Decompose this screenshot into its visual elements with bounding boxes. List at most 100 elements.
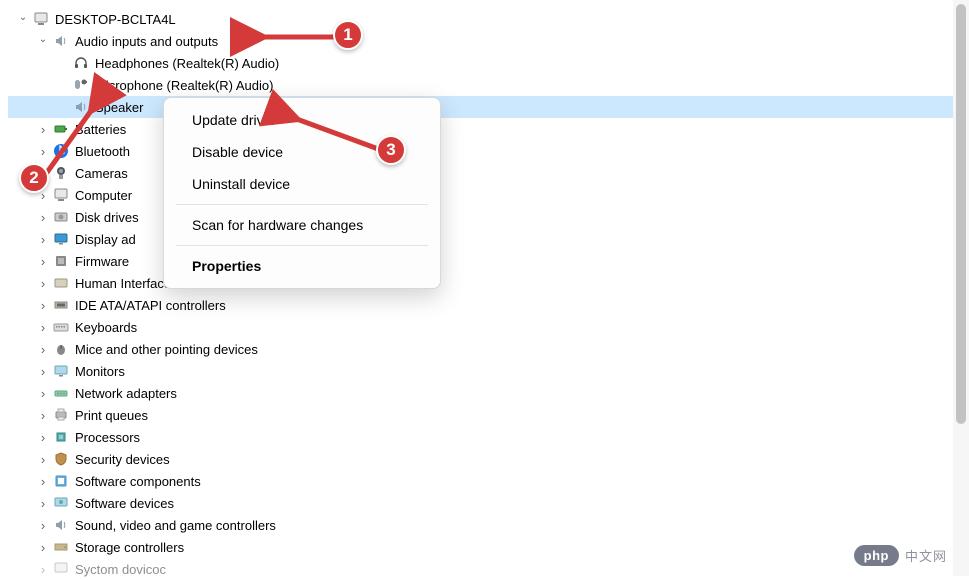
- network-icon: [52, 384, 70, 402]
- display-icon: [52, 230, 70, 248]
- tree-category-label: Display ad: [73, 232, 136, 247]
- chevron-right-icon[interactable]: [36, 254, 50, 268]
- chevron-right-icon[interactable]: [36, 342, 50, 356]
- tree-category-label: Software components: [73, 474, 201, 489]
- firmware-icon: [52, 252, 70, 270]
- chevron-right-icon[interactable]: [36, 452, 50, 466]
- chevron-right-icon[interactable]: [36, 320, 50, 334]
- software-icon: [52, 472, 70, 490]
- tree-category-batteries[interactable]: Batteries: [8, 118, 969, 140]
- software-icon: [52, 494, 70, 512]
- tree-device-microphone[interactable]: Microphone (Realtek(R) Audio): [8, 74, 969, 96]
- tree-category-label: Security devices: [73, 452, 170, 467]
- menu-separator: [176, 204, 428, 205]
- menu-separator: [176, 245, 428, 246]
- storage-icon: [52, 538, 70, 556]
- device-tree: DESKTOP-BCLTA4L Audio inputs and outputs…: [0, 0, 969, 580]
- system-icon: [52, 560, 70, 578]
- disk-icon: [52, 208, 70, 226]
- watermark-logo: php: [854, 545, 899, 566]
- chevron-right-icon[interactable]: [36, 232, 50, 246]
- menu-uninstall-device[interactable]: Uninstall device: [164, 168, 440, 200]
- chevron-right-icon[interactable]: [36, 474, 50, 488]
- printer-icon: [52, 406, 70, 424]
- computer-icon: [32, 10, 50, 28]
- hid-icon: [52, 274, 70, 292]
- tree-device-label: Headphones (Realtek(R) Audio): [93, 56, 279, 71]
- tree-category-label: Network adapters: [73, 386, 177, 401]
- sound-icon: [52, 516, 70, 534]
- security-icon: [52, 450, 70, 468]
- tree-category-firmware[interactable]: Firmware: [8, 250, 969, 272]
- tree-category-label: Software devices: [73, 496, 174, 511]
- tree-root-label: DESKTOP-BCLTA4L: [53, 12, 176, 27]
- chevron-right-icon[interactable]: [36, 496, 50, 510]
- chevron-right-icon[interactable]: [36, 210, 50, 224]
- tree-category-mice[interactable]: Mice and other pointing devices: [8, 338, 969, 360]
- tree-category-audio[interactable]: Audio inputs and outputs: [8, 30, 969, 52]
- tree-category-computer[interactable]: Computer: [8, 184, 969, 206]
- ide-icon: [52, 296, 70, 314]
- tree-category-security[interactable]: Security devices: [8, 448, 969, 470]
- tree-category-label: Monitors: [73, 364, 125, 379]
- tree-category-bluetooth[interactable]: Bluetooth: [8, 140, 969, 162]
- tree-category-label: Mice and other pointing devices: [73, 342, 258, 357]
- chevron-down-icon[interactable]: [36, 34, 50, 48]
- keyboard-icon: [52, 318, 70, 336]
- mouse-icon: [52, 340, 70, 358]
- tree-category-hid[interactable]: Human Interface Devices: [8, 272, 969, 294]
- tree-category-storage[interactable]: Storage controllers: [8, 536, 969, 558]
- tree-category-label: Print queues: [73, 408, 148, 423]
- menu-scan-hardware[interactable]: Scan for hardware changes: [164, 209, 440, 241]
- tree-category-label: Sound, video and game controllers: [73, 518, 276, 533]
- tree-category-label: Firmware: [73, 254, 129, 269]
- speaker-icon: [52, 32, 70, 50]
- tree-category-label: Disk drives: [73, 210, 139, 225]
- tree-category-cameras[interactable]: Cameras: [8, 162, 969, 184]
- chevron-right-icon[interactable]: [36, 298, 50, 312]
- tree-category-label: Syctom dovicoc: [73, 562, 166, 577]
- annotation-badge-2: 2: [19, 163, 49, 193]
- menu-properties[interactable]: Properties: [164, 250, 440, 282]
- watermark: php 中文网: [854, 545, 947, 566]
- annotation-badge-3: 3: [376, 135, 406, 165]
- chevron-right-icon[interactable]: [36, 276, 50, 290]
- tree-device-label: Microphone (Realtek(R) Audio): [93, 78, 273, 93]
- scroll-thumb[interactable]: [956, 4, 966, 424]
- tree-root-node[interactable]: DESKTOP-BCLTA4L: [8, 8, 969, 30]
- tree-category-keyboards[interactable]: Keyboards: [8, 316, 969, 338]
- watermark-text: 中文网: [905, 546, 947, 565]
- tree-category-sound-video-game[interactable]: Sound, video and game controllers: [8, 514, 969, 536]
- tree-category-processors[interactable]: Processors: [8, 426, 969, 448]
- tree-category-network[interactable]: Network adapters: [8, 382, 969, 404]
- tree-category-ide[interactable]: IDE ATA/ATAPI controllers: [8, 294, 969, 316]
- chevron-down-icon[interactable]: [16, 12, 30, 26]
- tree-category-disk-drives[interactable]: Disk drives: [8, 206, 969, 228]
- monitor-icon: [52, 362, 70, 380]
- tree-category-label: Processors: [73, 430, 140, 445]
- headphones-icon: [72, 54, 90, 72]
- chevron-right-icon[interactable]: [36, 408, 50, 422]
- tree-category-print-queues[interactable]: Print queues: [8, 404, 969, 426]
- chevron-right-icon[interactable]: [36, 540, 50, 554]
- chevron-right-icon[interactable]: [36, 562, 50, 576]
- tree-category-display-adapters[interactable]: Display ad: [8, 228, 969, 250]
- chevron-right-icon[interactable]: [36, 430, 50, 444]
- tree-category-label: Audio inputs and outputs: [73, 34, 218, 49]
- tree-category-monitors[interactable]: Monitors: [8, 360, 969, 382]
- annotation-badge-1: 1: [333, 20, 363, 50]
- chevron-right-icon[interactable]: [36, 386, 50, 400]
- tree-category-label: IDE ATA/ATAPI controllers: [73, 298, 226, 313]
- tree-device-speakers[interactable]: Speaker: [8, 96, 969, 118]
- microphone-icon: [72, 76, 90, 94]
- vertical-scrollbar[interactable]: [953, 0, 969, 576]
- tree-category-software-devices[interactable]: Software devices: [8, 492, 969, 514]
- tree-category-label: Keyboards: [73, 320, 137, 335]
- chevron-right-icon[interactable]: [36, 518, 50, 532]
- chevron-right-icon[interactable]: [36, 364, 50, 378]
- tree-category-software-components[interactable]: Software components: [8, 470, 969, 492]
- tree-category-system[interactable]: Syctom dovicoc: [8, 558, 969, 580]
- tree-device-headphones[interactable]: Headphones (Realtek(R) Audio): [8, 52, 969, 74]
- tree-category-label: Storage controllers: [73, 540, 184, 555]
- cpu-icon: [52, 428, 70, 446]
